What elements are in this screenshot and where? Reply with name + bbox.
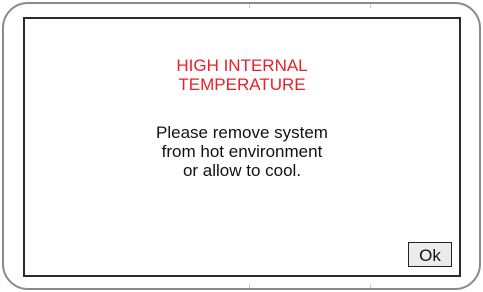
alert-message: Please remove system from hot environmen… <box>25 123 459 180</box>
bezel-tick-bottom-right <box>370 284 371 288</box>
alert-dialog: HIGH INTERNAL TEMPERATURE Please remove … <box>23 17 461 277</box>
bezel-tick-top-left <box>249 4 250 8</box>
alert-message-line-2: from hot environment <box>161 142 323 161</box>
alert-title-line-2: TEMPERATURE <box>178 75 306 94</box>
bezel-tick-bottom-left <box>249 284 250 288</box>
alert-title-line-1: HIGH INTERNAL <box>176 56 308 75</box>
bezel-tick-top-right <box>370 4 371 8</box>
ok-button[interactable]: Ok <box>408 242 452 267</box>
alert-title: HIGH INTERNAL TEMPERATURE <box>25 56 459 94</box>
alert-message-line-3: or allow to cool. <box>182 161 302 180</box>
alert-message-line-1: Please remove system <box>156 123 328 142</box>
